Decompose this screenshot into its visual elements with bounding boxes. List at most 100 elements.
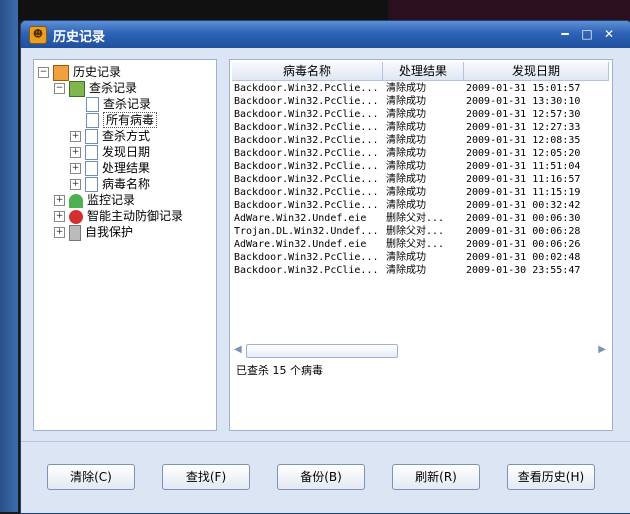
desktop-background (0, 0, 18, 512)
cell-result: 清除成功 (386, 109, 426, 120)
document-icon (85, 161, 98, 176)
refresh-button[interactable]: 刷新(R) (392, 464, 480, 490)
column-header-result[interactable]: 处理结果 (383, 62, 464, 81)
cell-result: 清除成功 (386, 96, 426, 107)
title-bar[interactable]: ☻ 历史记录 ━ □ ✕ (21, 21, 630, 48)
cell-date: 2009-01-31 11:51:04 (466, 161, 581, 172)
expand-icon[interactable]: + (54, 195, 65, 206)
cell-date: 2009-01-31 12:08:35 (466, 135, 581, 146)
tree-item-active-defense[interactable]: + 智能主动防御记录 (54, 208, 183, 224)
scroll-thumb[interactable] (246, 344, 398, 358)
tree-item-scan-log[interactable]: 查杀记录 (86, 96, 151, 112)
tree-item-all-viruses[interactable]: 所有病毒 (86, 112, 158, 128)
expand-icon[interactable]: + (70, 131, 81, 142)
cell-result: 清除成功 (386, 252, 426, 263)
cell-name: Backdoor.Win32.PcClie... (234, 96, 379, 107)
cell-date: 2009-01-31 13:30:10 (466, 96, 581, 107)
collapse-icon[interactable]: − (38, 67, 49, 78)
cell-date: 2009-01-31 15:01:57 (466, 83, 581, 94)
column-header-virus-name[interactable]: 病毒名称 (232, 62, 383, 81)
window-title: 历史记录 (53, 30, 106, 45)
cell-result: 清除成功 (386, 265, 426, 276)
cell-result: 删除父对... (386, 226, 445, 237)
book-icon (53, 64, 69, 81)
close-icon[interactable]: ✕ (599, 25, 619, 43)
document-icon (85, 145, 98, 160)
cell-result: 清除成功 (386, 174, 426, 185)
cell-name: Backdoor.Win32.PcClie... (234, 83, 379, 94)
cell-date: 2009-01-31 00:02:48 (466, 252, 581, 263)
backup-button[interactable]: 备份(B) (277, 464, 365, 490)
expand-icon[interactable]: + (70, 163, 81, 174)
document-icon (86, 113, 99, 128)
scroll-left-icon[interactable]: ◀ (234, 344, 242, 355)
column-header-date[interactable]: 发现日期 (464, 62, 609, 81)
tree-item-scan-method[interactable]: + 查杀方式 (70, 128, 150, 144)
button-bar: 清除(C) 查找(F) 备份(B) 刷新(R) 查看历史(H) (21, 441, 630, 513)
tree-item-result[interactable]: + 处理结果 (70, 160, 150, 176)
cell-name: Backdoor.Win32.PcClie... (234, 200, 379, 211)
document-icon (85, 177, 98, 192)
maximize-icon[interactable]: □ (577, 25, 597, 43)
tree-item-history[interactable]: − 历史记录 (38, 64, 121, 81)
expand-icon[interactable]: + (54, 211, 65, 222)
scroll-right-icon[interactable]: ▶ (598, 344, 606, 355)
cell-date: 2009-01-31 00:06:28 (466, 226, 581, 237)
history-window: ☻ 历史记录 ━ □ ✕ − 历史记录 − 查杀记录 查杀记录 所有病毒 + 查杀方式… (20, 20, 630, 514)
cell-name: Backdoor.Win32.PcClie... (234, 265, 379, 276)
expand-icon[interactable]: + (54, 227, 65, 238)
cell-date: 2009-01-31 12:05:20 (466, 148, 581, 159)
cell-name: Backdoor.Win32.PcClie... (234, 135, 379, 146)
cell-name: AdWare.Win32.Undef.eie (234, 239, 367, 250)
cell-result: 清除成功 (386, 135, 426, 146)
cell-result: 清除成功 (386, 200, 426, 211)
status-text: 已查杀 15 个病毒 (236, 364, 323, 377)
shield-icon (69, 209, 83, 224)
cell-name: AdWare.Win32.Undef.eie (234, 213, 367, 224)
document-icon (85, 129, 98, 144)
cell-result: 清除成功 (386, 122, 426, 133)
folder-icon (69, 80, 85, 97)
horizontal-scrollbar[interactable]: ◀ ▶ (234, 344, 606, 358)
cell-date: 2009-01-31 00:06:26 (466, 239, 581, 250)
virus-list: 病毒名称 处理结果 发现日期 Backdoor.Win32.PcClie... 清… (229, 59, 613, 431)
find-button[interactable]: 查找(F) (162, 464, 250, 490)
cell-date: 2009-01-31 12:57:30 (466, 109, 581, 120)
tree-item-self-protect[interactable]: + 自我保护 (54, 224, 133, 241)
tree-item-found-date[interactable]: + 发现日期 (70, 144, 150, 160)
cell-name: Backdoor.Win32.PcClie... (234, 174, 379, 185)
cell-result: 清除成功 (386, 161, 426, 172)
document-icon (86, 97, 99, 112)
app-icon: ☻ (29, 26, 47, 44)
history-tree: − 历史记录 − 查杀记录 查杀记录 所有病毒 + 查杀方式 + 发现日期 + 处理结果 … (33, 59, 217, 431)
cell-name: Backdoor.Win32.PcClie... (234, 187, 379, 198)
view-history-button[interactable]: 查看历史(H) (507, 464, 595, 490)
cell-result: 删除父对... (386, 213, 445, 224)
cell-name: Backdoor.Win32.PcClie... (234, 122, 379, 133)
cell-name: Backdoor.Win32.PcClie... (234, 148, 379, 159)
cell-date: 2009-01-31 11:15:19 (466, 187, 581, 198)
minimize-icon[interactable]: ━ (555, 25, 575, 43)
lock-icon (69, 224, 81, 241)
tree-item-virus-name[interactable]: + 病毒名称 (70, 176, 150, 192)
cell-result: 清除成功 (386, 148, 426, 159)
cell-date: 2009-01-30 23:55:47 (466, 265, 581, 276)
expand-icon[interactable]: + (70, 147, 81, 158)
tree-item-monitor[interactable]: + 监控记录 (54, 192, 135, 208)
cell-name: Backdoor.Win32.PcClie... (234, 161, 379, 172)
cell-name: Trojan.DL.Win32.Undef... (234, 226, 379, 237)
cell-date: 2009-01-31 12:27:33 (466, 122, 581, 133)
cell-result: 清除成功 (386, 187, 426, 198)
cell-name: Backdoor.Win32.PcClie... (234, 252, 379, 263)
cell-date: 2009-01-31 00:32:42 (466, 200, 581, 211)
cell-result: 删除父对... (386, 239, 445, 250)
collapse-icon[interactable]: − (54, 83, 65, 94)
umbrella-icon (69, 193, 83, 208)
cell-date: 2009-01-31 11:16:57 (466, 174, 581, 185)
clear-button[interactable]: 清除(C) (47, 464, 135, 490)
cell-result: 清除成功 (386, 83, 426, 94)
expand-icon[interactable]: + (70, 179, 81, 190)
cell-date: 2009-01-31 00:06:30 (466, 213, 581, 224)
cell-name: Backdoor.Win32.PcClie... (234, 109, 379, 120)
tree-item-scan-records[interactable]: − 查杀记录 (54, 80, 137, 97)
